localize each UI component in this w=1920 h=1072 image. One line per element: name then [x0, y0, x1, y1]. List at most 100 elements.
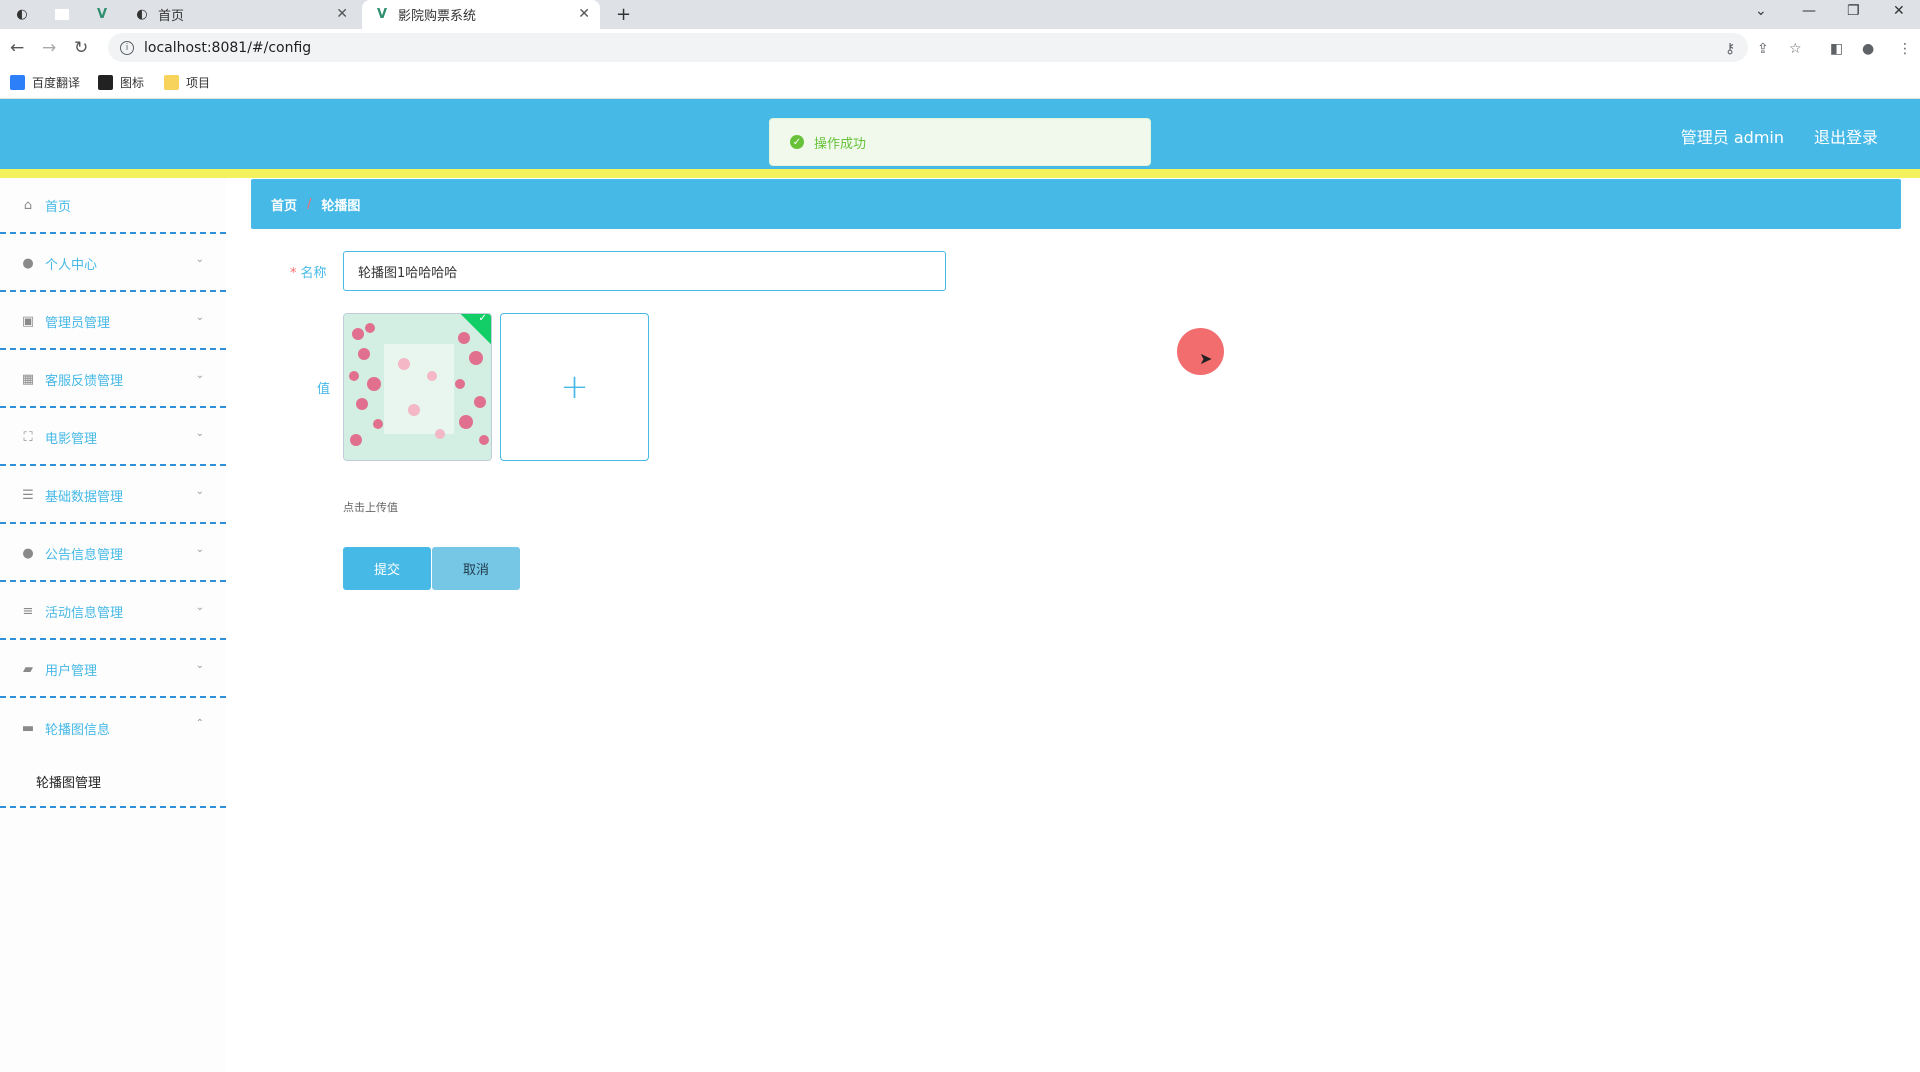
uploaded-image-thumbnail[interactable]: ✓ [343, 313, 492, 461]
bookmark-project[interactable]: 项目 [164, 74, 210, 91]
new-tab-button[interactable]: + [616, 0, 631, 29]
check-circle-icon: ✓ [790, 135, 804, 149]
sidebar-item-label: 公告信息管理 [45, 547, 124, 563]
plus-icon: + [560, 367, 589, 407]
address-bar-row: ← → ↻ i localhost:8081/#/config ⚷ ⇪ ☆ ◧ … [0, 29, 1920, 66]
clipboard-icon: ▣ [21, 313, 35, 329]
tab-cinema[interactable]: V 影院购票系统 ✕ [362, 0, 600, 29]
breadcrumb-home[interactable]: 首页 [271, 195, 297, 214]
profile-icon[interactable]: ● [1862, 41, 1874, 57]
sidebar-item-notice-management[interactable]: ● 公告信息管理 ⌄ [0, 526, 226, 582]
sidebar-item-home[interactable]: ⌂ 首页 [0, 178, 226, 234]
globe-icon: ◐ [16, 7, 28, 22]
home-icon: ⌂ [23, 197, 33, 213]
grid-icon: ▦ [21, 371, 35, 387]
pinned-tab-globe[interactable]: ◐ [14, 0, 38, 29]
user-icon: ● [22, 545, 34, 561]
sidebar-item-feedback-management[interactable]: ▦ 客服反馈管理 ⌄ [0, 352, 226, 408]
chevron-down-icon: ⌄ [195, 370, 204, 381]
chevron-down-icon: ⌄ [195, 428, 204, 439]
name-label-text: 名称 [300, 266, 327, 281]
sidebar-item-admin-management[interactable]: ▣ 管理员管理 ⌄ [0, 294, 226, 350]
header-stripe [0, 169, 1920, 178]
reload-icon[interactable]: ↻ [74, 38, 88, 58]
breadcrumb-current: 轮播图 [321, 198, 361, 214]
chevron-down-icon: ⌄ [195, 312, 204, 323]
upload-tip: 点击上传值 [343, 501, 398, 514]
required-mark: * [290, 266, 297, 281]
sidebar-item-user-management[interactable]: ▰ 用户管理 ⌄ [0, 642, 226, 698]
translate-icon [10, 75, 25, 90]
bookmark-label: 百度翻译 [32, 76, 81, 90]
chevron-down-icon: ⌄ [195, 254, 204, 265]
key-icon[interactable]: ⚷ [1725, 41, 1735, 57]
sidebar-item-activity-management[interactable]: ≡ 活动信息管理 ⌄ [0, 584, 226, 640]
restore-icon[interactable]: ❐ [1847, 3, 1860, 19]
sidebar-subitem-carousel-management[interactable]: 轮播图管理 [0, 756, 226, 808]
close-icon[interactable]: ✕ [336, 6, 348, 22]
site-info-icon[interactable]: i [120, 40, 134, 55]
bookmark-label: 项目 [186, 76, 211, 90]
blank-page-icon [55, 9, 69, 20]
chevron-down-icon: ⌄ [195, 660, 204, 671]
tab-label: 首页 [158, 9, 185, 24]
bookmarks-bar: 百度翻译 图标 项目 [0, 66, 1920, 99]
check-icon: ✓ [478, 313, 487, 324]
close-window-icon[interactable]: ✕ [1893, 3, 1905, 19]
breadcrumb-separator: / [307, 196, 312, 212]
bookmark-baidu-translate[interactable]: 百度翻译 [10, 74, 80, 91]
minimize-icon[interactable]: — [1802, 3, 1816, 19]
name-label: * 名称 [290, 262, 327, 281]
sliders-icon: ☰ [22, 487, 34, 503]
chevron-down-icon: ⌄ [195, 544, 204, 555]
sidebar-item-label: 用户管理 [45, 663, 98, 679]
tab-label: 影院购票系统 [398, 9, 477, 24]
globe-icon: ◐ [136, 7, 148, 22]
sidebar-item-label: 管理员管理 [45, 315, 111, 331]
image-icon [98, 75, 113, 90]
chevron-down-icon: ⌄ [195, 602, 204, 613]
name-input-value: 轮播图1哈哈哈哈 [358, 265, 458, 281]
browser-tab-bar: ◐ V ◐ 首页 ✕ V 影院购票系统 ✕ + ⌄ — ❐ ✕ [0, 0, 1920, 29]
submit-button[interactable]: 提交 [343, 547, 431, 590]
pinned-tab-blank[interactable] [55, 0, 77, 29]
sidebar-subitem-label: 轮播图管理 [36, 775, 102, 791]
bookmark-icons[interactable]: 图标 [98, 74, 144, 91]
sidebar-item-label: 轮播图信息 [45, 722, 111, 738]
bookmark-label: 图标 [120, 76, 145, 90]
chevron-down-icon: ⌄ [195, 486, 204, 497]
name-input[interactable]: 轮播图1哈哈哈哈 [343, 251, 946, 291]
sidebar-item-label: 活动信息管理 [45, 605, 124, 621]
sidebar-item-label: 个人中心 [45, 257, 98, 273]
toast-message: 操作成功 [814, 136, 867, 152]
current-user: 管理员 admin [1680, 128, 1784, 147]
back-icon[interactable]: ← [10, 38, 24, 58]
close-icon[interactable]: ✕ [578, 6, 590, 22]
side-panel-icon[interactable]: ◧ [1830, 41, 1843, 57]
star-icon[interactable]: ☆ [1789, 41, 1802, 57]
share-icon[interactable]: ⇪ [1757, 41, 1769, 57]
sidebar-item-label: 基础数据管理 [45, 489, 124, 505]
tab-search-icon[interactable]: ⌄ [1755, 3, 1767, 19]
menu-dots-icon[interactable]: ⋮ [1898, 41, 1912, 57]
chevron-up-icon: ⌃ [195, 718, 204, 729]
tab-home[interactable]: ◐ 首页 ✕ [130, 0, 358, 29]
sidebar-item-personal-center[interactable]: ● 个人中心 ⌄ [0, 236, 226, 292]
fullscreen-icon: ⛶ [23, 429, 33, 445]
sidebar-item-carousel-info[interactable]: ▬ 轮播图信息 ⌃ [0, 700, 226, 756]
cancel-button[interactable]: 取消 [432, 547, 520, 590]
pinned-tab-vue[interactable]: V [94, 0, 118, 29]
folder-icon [164, 75, 179, 90]
logout-link[interactable]: 退出登录 [1814, 124, 1878, 148]
url-text: localhost:8081/#/config [144, 39, 312, 56]
forward-icon[interactable]: → [42, 38, 56, 58]
image-upload-button[interactable]: + [500, 313, 649, 461]
sidebar-item-movie-management[interactable]: ⛶ 电影管理 ⌄ [0, 410, 226, 466]
sidebar-item-base-data-management[interactable]: ☰ 基础数据管理 ⌄ [0, 468, 226, 524]
url-field[interactable]: i localhost:8081/#/config [108, 33, 1748, 62]
sidebar: ⌂ 首页 ● 个人中心 ⌄ ▣ 管理员管理 ⌄ ▦ 客服反馈管理 ⌄ ⛶ 电影管… [0, 178, 226, 1072]
mouse-pointer-icon: ➤ [1199, 349, 1213, 368]
sidebar-item-label: 电影管理 [45, 431, 98, 447]
folder-icon: ▰ [23, 661, 33, 677]
list-icon: ≡ [22, 603, 34, 619]
